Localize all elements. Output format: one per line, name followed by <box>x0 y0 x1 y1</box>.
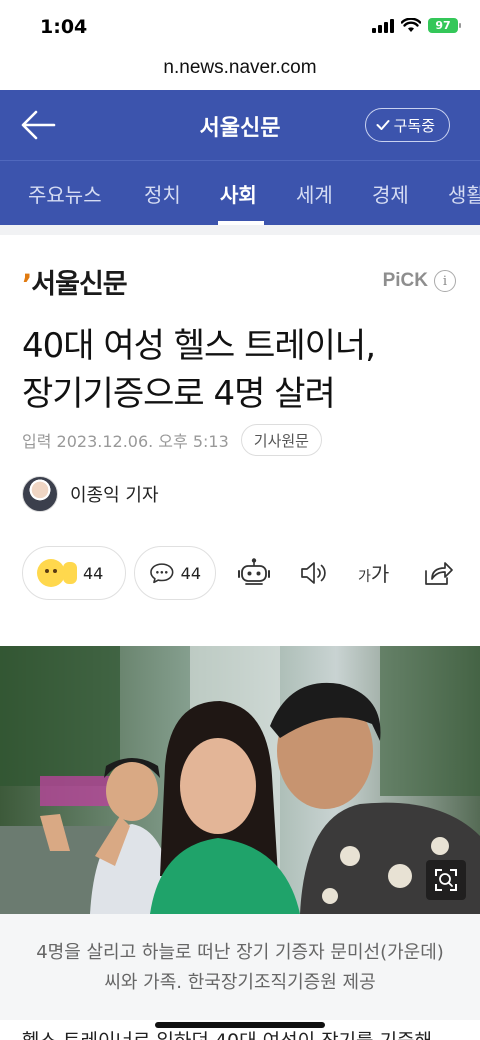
font-size-large-label: 가 <box>370 562 390 586</box>
url-bar[interactable]: n.news.naver.com <box>0 50 480 90</box>
tab-main-news[interactable]: 주요뉴스 <box>28 179 102 208</box>
subscribe-label: 구독중 <box>393 116 435 135</box>
article-actions: 44 44 가가 <box>22 546 462 600</box>
category-tabs: 주요뉴스 정치 사회 세계 경제 생활 <box>0 160 480 225</box>
reaction-count: 44 <box>83 563 104 583</box>
tts-button[interactable] <box>296 556 332 590</box>
article-photo[interactable] <box>0 646 480 914</box>
subscribe-button[interactable]: 구독중 <box>364 108 450 142</box>
status-bar: 1:04 97 <box>0 0 480 50</box>
battery-icon: 97 <box>428 18 461 33</box>
press-logo[interactable]: ʼ서울신문 <box>22 262 128 301</box>
family-photo <box>0 646 480 914</box>
press-logo-mark: ʼ <box>22 269 32 300</box>
headline-line-1: 40대 여성 헬스 트레이너, <box>22 326 376 366</box>
info-icon[interactable]: i <box>434 270 456 292</box>
press-header: 서울신문 구독중 <box>0 90 480 160</box>
article-body-peek: 헬스 트레이너로 일하던 40대 여성이 장기를 기증해 <box>22 1026 462 1040</box>
status-time: 1:04 <box>40 16 88 38</box>
comment-icon <box>150 563 174 584</box>
original-article-button[interactable]: 기사원문 <box>240 424 322 456</box>
tab-living[interactable]: 생활 <box>448 179 480 208</box>
summary-bot-button[interactable] <box>236 556 272 590</box>
share-icon <box>425 562 453 585</box>
home-indicator[interactable] <box>155 1022 325 1028</box>
speaker-icon <box>301 562 326 584</box>
expand-icon <box>435 869 457 891</box>
reporter-row[interactable]: 이종익 기자 <box>22 476 159 512</box>
font-size-small-label: 가 <box>358 569 371 585</box>
expand-photo-button[interactable] <box>426 860 466 900</box>
comment-count: 44 <box>180 563 201 583</box>
tab-economy[interactable]: 경제 <box>372 179 409 208</box>
battery-level: 97 <box>435 19 451 32</box>
photo-caption: 4명을 살리고 하늘로 떠난 장기 기증자 문미선(가운데)씨와 가족. 한국장… <box>36 942 444 993</box>
headline-line-2: 장기기증으로 4명 살려 <box>22 374 336 414</box>
photo-caption-area: 4명을 살리고 하늘로 떠난 장기 기증자 문미선(가운데)씨와 가족. 한국장… <box>0 914 480 1020</box>
smile-emoji-icon <box>37 559 65 587</box>
tab-society[interactable]: 사회 <box>220 179 257 208</box>
press-logo-text: 서울신문 <box>31 269 127 300</box>
tab-world[interactable]: 세계 <box>296 179 333 208</box>
robot-icon <box>238 558 270 585</box>
article-headline: 40대 여성 헬스 트레이너, 장기기증으로 4명 살려 <box>22 322 462 418</box>
reporter-name: 이종익 기자 <box>70 485 159 506</box>
date-row: 입력 2023.12.06. 오후 5:13 기사원문 <box>22 424 322 456</box>
thumbs-up-emoji-icon <box>63 562 77 584</box>
share-button[interactable] <box>420 556 456 590</box>
reporter-avatar <box>22 476 58 512</box>
pick-badge[interactable]: PiCK i <box>383 270 456 292</box>
pick-label: PiCK <box>382 270 428 291</box>
check-icon <box>376 120 390 130</box>
section-divider <box>0 225 480 235</box>
reaction-button[interactable]: 44 <box>22 546 126 600</box>
tab-politics[interactable]: 정치 <box>144 179 181 208</box>
comment-button[interactable]: 44 <box>134 546 216 600</box>
wifi-icon <box>401 18 421 32</box>
url-text: n.news.naver.com <box>163 57 317 78</box>
status-icons: 97 <box>372 18 461 33</box>
publish-date: 입력 2023.12.06. 오후 5:13 <box>22 432 229 451</box>
signal-icon <box>372 18 394 33</box>
font-size-button[interactable]: 가가 <box>358 558 389 587</box>
